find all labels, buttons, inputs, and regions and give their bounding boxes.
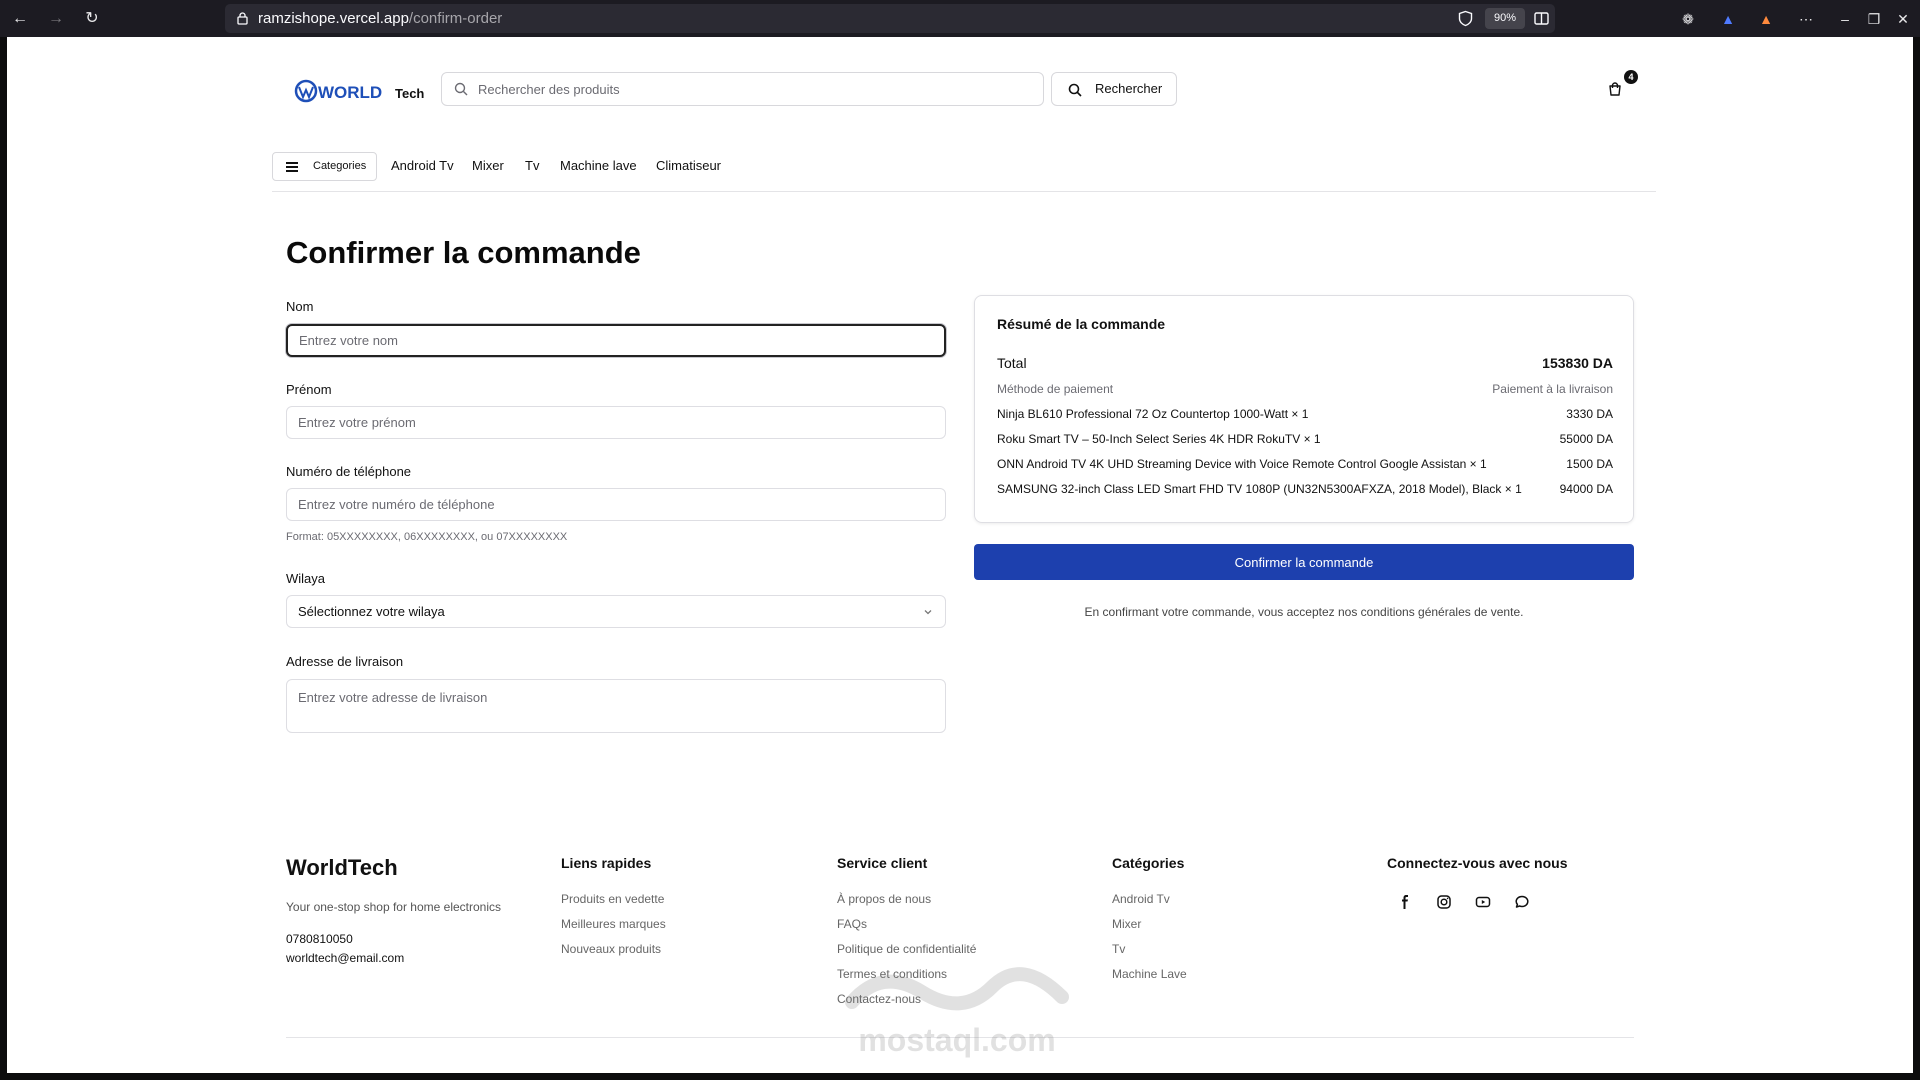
- footer-brand: WorldTech: [286, 855, 398, 880]
- search-button[interactable]: Rechercher: [1051, 72, 1177, 106]
- page-title: Confirmer la commande: [286, 235, 641, 270]
- address-field[interactable]: [286, 679, 946, 733]
- order-item-row: ONN Android TV 4K UHD Streaming Device w…: [997, 457, 1613, 475]
- nav-link-tv[interactable]: Tv: [525, 158, 539, 173]
- payment-label: Méthode de paiement: [997, 382, 1114, 396]
- terms-notice: En confirmant votre commande, vous accep…: [1084, 605, 1524, 619]
- reader-view-icon[interactable]: [1533, 10, 1550, 27]
- customer-service-heading: Service client: [837, 855, 928, 871]
- watermark-text: mostaql.com: [858, 1022, 1056, 1058]
- footer-phone: 0780810050: [286, 932, 353, 946]
- shield-icon[interactable]: [1457, 10, 1474, 27]
- footer-link-contact[interactable]: Contactez-nous: [837, 992, 921, 1006]
- search-icon: [1068, 83, 1082, 97]
- svg-text:WORLD: WORLD: [318, 83, 382, 102]
- footer-link-new-products[interactable]: Nouveaux produits: [561, 942, 661, 956]
- close-icon[interactable]: ✕: [1893, 9, 1913, 29]
- wilaya-label: Wilaya: [286, 571, 326, 586]
- order-item-name: SAMSUNG 32-inch Class LED Smart FHD TV 1…: [997, 482, 1522, 496]
- confirm-order-button[interactable]: Confirmer la commande: [974, 544, 1634, 580]
- order-item-price: 1500 DA: [1566, 457, 1613, 471]
- summary-total-row: Total 153830 DA: [997, 355, 1613, 373]
- footer-tagline: Your one-stop shop for home electronics: [286, 900, 502, 914]
- nav-link-climatiseur[interactable]: Climatiseur: [656, 158, 721, 173]
- footer-link-privacy[interactable]: Politique de confidentialité: [837, 942, 976, 956]
- order-item-price: 3330 DA: [1566, 407, 1613, 421]
- payment-method-row: Méthode de paiement Paiement à la livrai…: [997, 382, 1613, 400]
- wilaya-select[interactable]: Sélectionnez votre wilaya: [286, 595, 946, 628]
- extension-icon[interactable]: ▲: [1756, 9, 1776, 29]
- prenom-field[interactable]: [286, 406, 946, 439]
- order-item-name: Roku Smart TV – 50-Inch Select Series 4K…: [997, 432, 1321, 446]
- search-bar: [441, 72, 1044, 106]
- footer-divider: [286, 1037, 1634, 1038]
- search-icon: [454, 82, 468, 96]
- footer-link-about[interactable]: À propos de nous: [837, 892, 931, 906]
- nav-divider: [272, 191, 1656, 192]
- worldtech-logo[interactable]: WORLD Tech: [294, 77, 434, 107]
- nav-link-machine-lave[interactable]: Machine lave: [560, 158, 637, 173]
- forward-arrow-icon[interactable]: →: [46, 9, 66, 29]
- wilaya-selected-value: Sélectionnez votre wilaya: [298, 604, 445, 619]
- zoom-level[interactable]: 90%: [1485, 8, 1525, 29]
- restore-icon[interactable]: ❐: [1864, 9, 1884, 29]
- nom-field[interactable]: [286, 324, 946, 357]
- footer-link-faqs[interactable]: FAQs: [837, 917, 867, 931]
- svg-text:Tech: Tech: [395, 86, 424, 101]
- facebook-icon[interactable]: [1397, 894, 1413, 910]
- payment-value: Paiement à la livraison: [1492, 382, 1613, 396]
- back-arrow-icon[interactable]: ←: [10, 9, 30, 29]
- social-heading: Connectez-vous avec nous: [1387, 855, 1568, 871]
- order-item-row: Ninja BL610 Professional 72 Oz Counterto…: [997, 407, 1613, 425]
- search-input[interactable]: [478, 73, 1038, 105]
- total-value: 153830 DA: [1542, 355, 1613, 371]
- menu-dots-icon[interactable]: ⋯: [1796, 9, 1816, 29]
- reload-icon[interactable]: ↻: [82, 9, 102, 29]
- quick-links-heading: Liens rapides: [561, 855, 652, 871]
- phone-field[interactable]: [286, 488, 946, 521]
- order-summary-card: Résumé de la commande Total 153830 DA Mé…: [974, 295, 1634, 523]
- address-bar[interactable]: ramzishope.vercel.app/confirm-order 90%: [225, 4, 1555, 33]
- url-text: ramzishope.vercel.app/confirm-order: [258, 10, 503, 27]
- order-item-name: Ninja BL610 Professional 72 Oz Counterto…: [997, 407, 1309, 421]
- summary-title: Résumé de la commande: [997, 316, 1166, 332]
- categories-button[interactable]: Categories: [272, 152, 377, 181]
- phone-label: Numéro de téléphone: [286, 464, 412, 479]
- order-item-price: 94000 DA: [1559, 482, 1613, 496]
- nom-label: Nom: [286, 299, 314, 314]
- chat-icon[interactable]: [1514, 894, 1530, 910]
- youtube-icon[interactable]: [1475, 894, 1491, 910]
- order-item-name: ONN Android TV 4K UHD Streaming Device w…: [997, 457, 1487, 471]
- address-label: Adresse de livraison: [286, 654, 404, 669]
- prenom-label: Prénom: [286, 382, 332, 397]
- minimize-icon[interactable]: –: [1835, 9, 1855, 29]
- footer-link-featured[interactable]: Produits en vedette: [561, 892, 664, 906]
- footer-category-android-tv[interactable]: Android Tv: [1112, 892, 1170, 906]
- lock-icon: [237, 12, 248, 25]
- order-item-row: Roku Smart TV – 50-Inch Select Series 4K…: [997, 432, 1613, 450]
- footer-category-mixer[interactable]: Mixer: [1112, 917, 1141, 931]
- cart-count-badge: 4: [1624, 70, 1638, 84]
- footer-link-terms[interactable]: Termes et conditions: [837, 967, 947, 981]
- cart-icon[interactable]: [1607, 81, 1623, 97]
- footer-link-top-brands[interactable]: Meilleures marques: [561, 917, 666, 931]
- instagram-icon[interactable]: [1436, 894, 1452, 910]
- order-item-price: 55000 DA: [1559, 432, 1613, 446]
- nav-link-mixer[interactable]: Mixer: [472, 158, 504, 173]
- extensions-icon[interactable]: ❁: [1678, 9, 1698, 29]
- order-item-row: SAMSUNG 32-inch Class LED Smart FHD TV 1…: [997, 482, 1613, 500]
- nav-link-android-tv[interactable]: Android Tv: [391, 158, 454, 173]
- categories-heading: Catégories: [1112, 855, 1185, 871]
- footer-email[interactable]: worldtech@email.com: [286, 951, 404, 965]
- page: WORLD Tech Rechercher 4 Categories Andro…: [7, 37, 1913, 1073]
- chevron-down-icon: [924, 610, 932, 615]
- browser-toolbar: ← → ↻ ramzishope.vercel.app/confirm-orde…: [0, 0, 1920, 37]
- phone-format-hint: Format: 05XXXXXXXX, 06XXXXXXXX, ou 07XXX…: [286, 531, 568, 543]
- footer-category-tv[interactable]: Tv: [1112, 942, 1125, 956]
- footer-category-machine-lave[interactable]: Machine Lave: [1112, 967, 1187, 981]
- total-label: Total: [997, 355, 1027, 371]
- menu-icon: [286, 162, 298, 172]
- extension-icon[interactable]: ▲: [1718, 9, 1738, 29]
